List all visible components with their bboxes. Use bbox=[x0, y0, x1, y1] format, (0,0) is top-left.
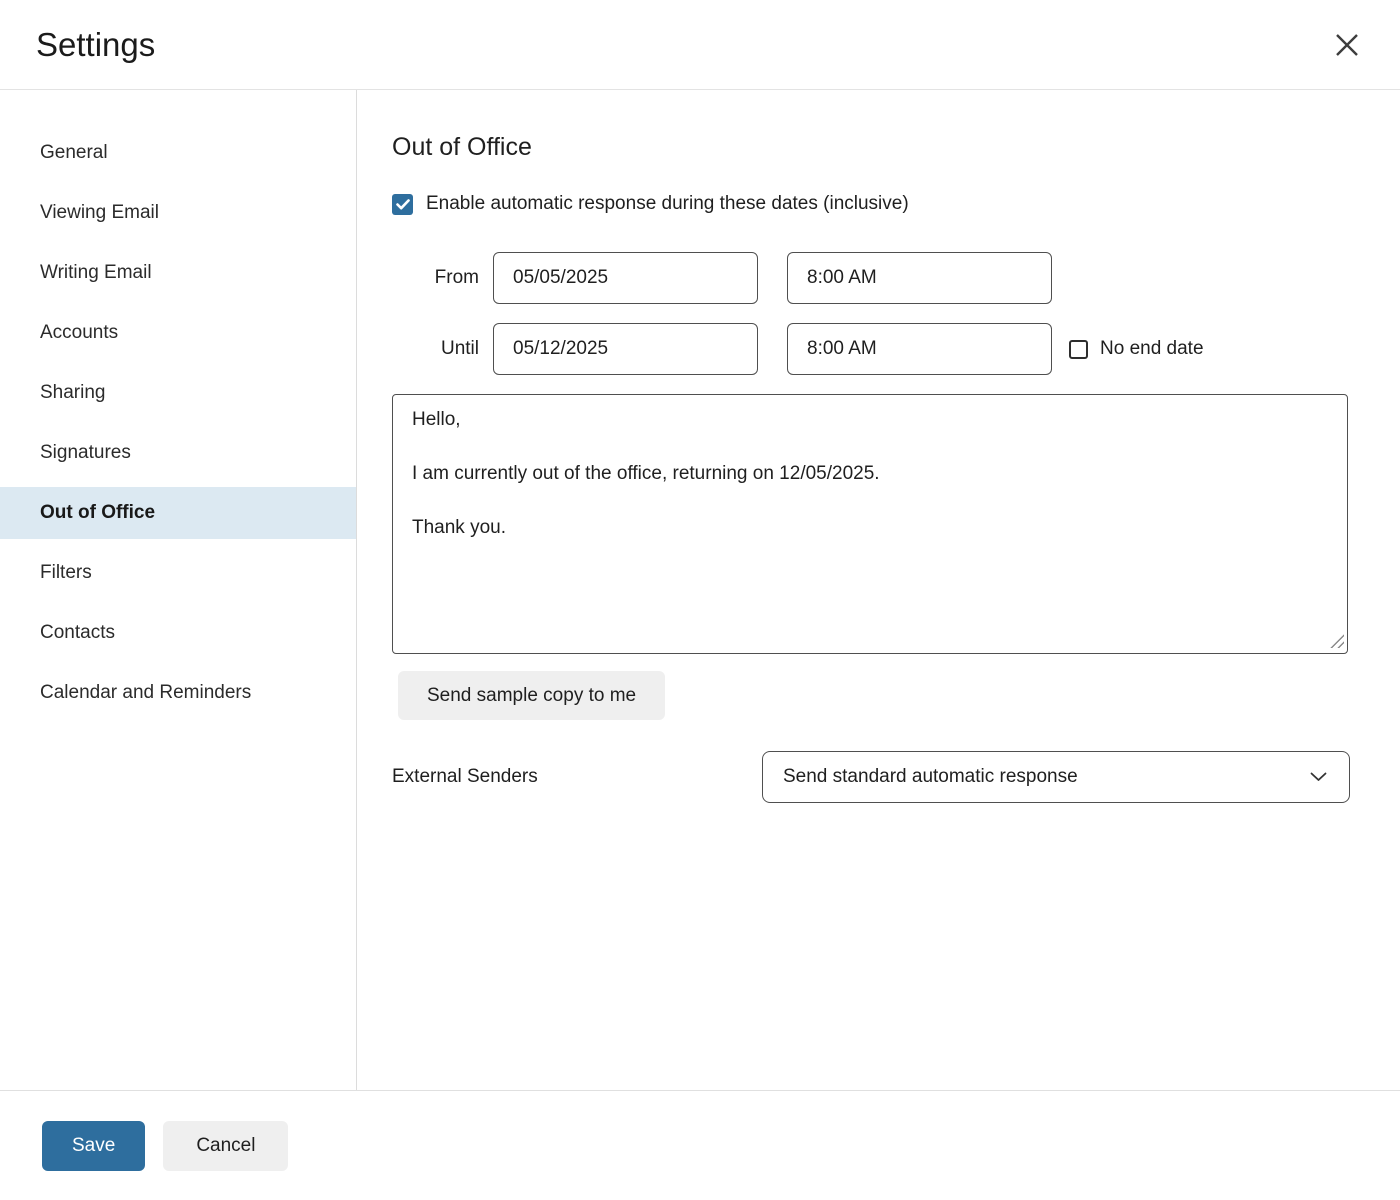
sidebar-item-sharing[interactable]: Sharing bbox=[0, 367, 356, 419]
sidebar-item-writing-email[interactable]: Writing Email bbox=[0, 247, 356, 299]
external-senders-row: External Senders Send standard automatic… bbox=[392, 751, 1352, 803]
sidebar-item-general[interactable]: General bbox=[0, 127, 356, 179]
from-date-input[interactable] bbox=[493, 252, 758, 304]
close-button[interactable] bbox=[1328, 26, 1366, 64]
until-label: Until bbox=[392, 338, 479, 360]
settings-dialog: Settings General Viewing Email Writing E… bbox=[0, 0, 1400, 1200]
chevron-down-icon bbox=[1310, 772, 1327, 782]
enable-auto-response-checkbox[interactable] bbox=[392, 194, 413, 215]
dialog-footer: Save Cancel bbox=[0, 1090, 1400, 1200]
external-senders-selected-value: Send standard automatic response bbox=[783, 766, 1078, 788]
sidebar-item-out-of-office[interactable]: Out of Office bbox=[0, 487, 356, 539]
from-time-input[interactable] bbox=[787, 252, 1052, 304]
no-end-date-checkbox[interactable] bbox=[1069, 340, 1088, 359]
dialog-body: General Viewing Email Writing Email Acco… bbox=[0, 90, 1400, 1090]
checkmark-icon bbox=[396, 199, 410, 210]
sidebar-item-signatures[interactable]: Signatures bbox=[0, 427, 356, 479]
dialog-title: Settings bbox=[36, 26, 155, 64]
sidebar-item-calendar-and-reminders[interactable]: Calendar and Reminders bbox=[0, 667, 356, 719]
sidebar-item-accounts[interactable]: Accounts bbox=[0, 307, 356, 359]
save-button[interactable]: Save bbox=[42, 1121, 145, 1171]
until-date-input[interactable] bbox=[493, 323, 758, 375]
close-icon bbox=[1334, 32, 1360, 58]
enable-auto-response-label: Enable automatic response during these d… bbox=[426, 193, 909, 215]
settings-sidebar: General Viewing Email Writing Email Acco… bbox=[0, 90, 357, 1090]
no-end-date-group: No end date bbox=[1069, 338, 1204, 360]
cancel-button[interactable]: Cancel bbox=[163, 1121, 288, 1171]
sidebar-item-viewing-email[interactable]: Viewing Email bbox=[0, 187, 356, 239]
dialog-header: Settings bbox=[0, 0, 1400, 90]
until-time-input[interactable] bbox=[787, 323, 1052, 375]
enable-auto-response-row: Enable automatic response during these d… bbox=[392, 193, 1352, 215]
out-of-office-panel: Out of Office Enable automatic response … bbox=[357, 90, 1400, 1090]
send-sample-copy-button[interactable]: Send sample copy to me bbox=[398, 671, 665, 720]
sidebar-item-filters[interactable]: Filters bbox=[0, 547, 356, 599]
no-end-date-label: No end date bbox=[1100, 338, 1204, 360]
panel-title: Out of Office bbox=[392, 133, 1352, 162]
from-label: From bbox=[392, 267, 479, 289]
external-senders-label: External Senders bbox=[392, 766, 762, 788]
external-senders-select[interactable]: Send standard automatic response bbox=[762, 751, 1350, 803]
until-row: Until No end date bbox=[392, 323, 1352, 375]
auto-response-message-wrap: Hello, I am currently out of the office,… bbox=[392, 394, 1348, 654]
from-row: From bbox=[392, 252, 1352, 304]
sidebar-item-contacts[interactable]: Contacts bbox=[0, 607, 356, 659]
auto-response-message-textarea[interactable]: Hello, I am currently out of the office,… bbox=[392, 394, 1348, 654]
